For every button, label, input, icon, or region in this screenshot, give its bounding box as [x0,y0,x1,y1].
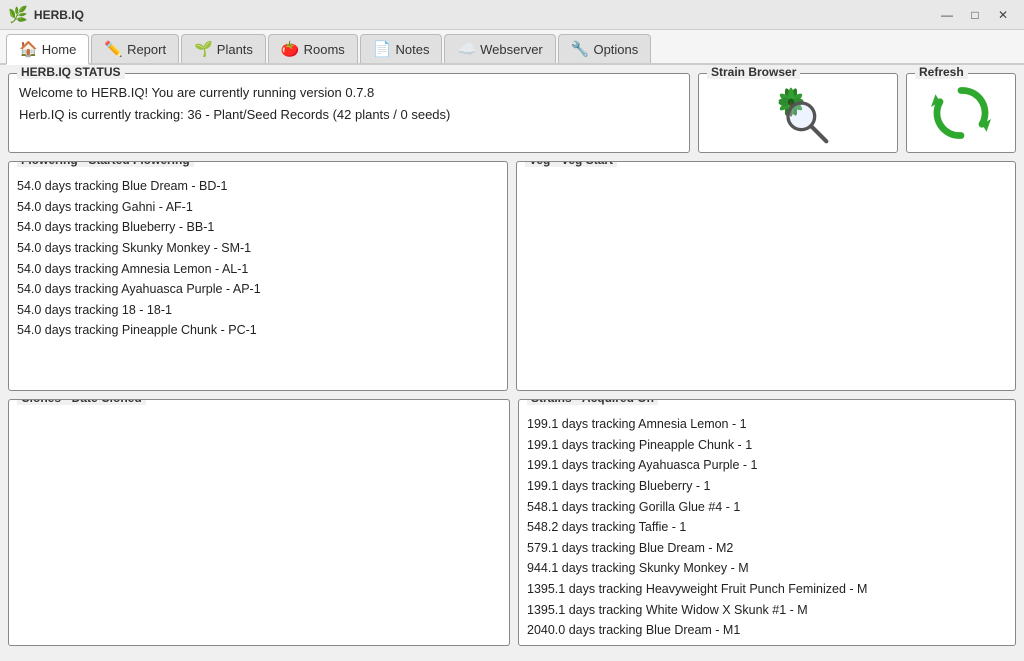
strains-list: 199.1 days tracking Amnesia Lemon - 1199… [527,414,1007,641]
app-title: HERB.IQ [34,8,934,22]
refresh-label: Refresh [915,65,968,79]
list-item: 54.0 days tracking Blueberry - BB-1 [17,217,499,238]
main-content: HERB.IQ STATUS Welcome to HERB.IQ! You a… [0,65,1024,658]
refresh-icon [931,83,991,143]
veg-label: Veg - Veg Start [525,161,617,167]
tab-home[interactable]: 🏠 Home [6,34,89,65]
mid-row: Flowering - Started Flowering 54.0 days … [8,161,1016,391]
list-item: 1395.1 days tracking White Widow X Skunk… [527,600,1007,621]
list-item: 54.0 days tracking Blue Dream - BD-1 [17,176,499,197]
top-row: HERB.IQ STATUS Welcome to HERB.IQ! You a… [8,73,1016,153]
status-label: HERB.IQ STATUS [17,65,125,79]
tab-notes-label: Notes [395,42,429,57]
notes-icon: 📄 [373,40,392,58]
list-item: 54.0 days tracking Skunky Monkey - SM-1 [17,238,499,259]
strain-browser-icon [763,78,833,148]
tab-report-label: Report [127,42,166,57]
list-item: 548.1 days tracking Gorilla Glue #4 - 1 [527,497,1007,518]
strains-label: Strains - Acquired On [527,399,658,405]
strain-browser-box[interactable]: Strain Browser [698,73,898,153]
list-item: 944.1 days tracking Skunky Monkey - M [527,558,1007,579]
strain-browser-label: Strain Browser [707,65,800,79]
window-controls: — □ ✕ [934,5,1016,25]
title-bar: 🌿 HERB.IQ — □ ✕ [0,0,1024,30]
flowering-label: Flowering - Started Flowering [17,161,194,167]
flowering-panel: Flowering - Started Flowering 54.0 days … [8,161,508,391]
list-item: 199.1 days tracking Amnesia Lemon - 1 [527,414,1007,435]
tab-webserver-label: Webserver [480,42,543,57]
tab-report[interactable]: ✏️ Report [91,34,179,63]
list-item: 199.1 days tracking Pineapple Chunk - 1 [527,435,1007,456]
status-line2: Herb.IQ is currently tracking: 36 - Plan… [19,104,679,126]
list-item: 199.1 days tracking Ayahuasca Purple - 1 [527,455,1007,476]
list-item: 54.0 days tracking Ayahuasca Purple - AP… [17,279,499,300]
flowering-list: 54.0 days tracking Blue Dream - BD-154.0… [17,176,499,341]
veg-panel: Veg - Veg Start [516,161,1016,391]
strains-scroll[interactable]: 199.1 days tracking Amnesia Lemon - 1199… [527,414,1011,641]
tab-plants-label: Plants [217,42,253,57]
home-icon: 🏠 [19,40,38,58]
list-item: 54.0 days tracking 18 - 18-1 [17,300,499,321]
list-item: 579.1 days tracking Blue Dream - M2 [527,538,1007,559]
status-line1: Welcome to HERB.IQ! You are currently ru… [19,82,679,104]
magnify-glass-icon [783,98,833,148]
tab-rooms-label: Rooms [304,42,345,57]
list-item: 199.1 days tracking Blueberry - 1 [527,476,1007,497]
minimize-button[interactable]: — [934,5,960,25]
maximize-button[interactable]: □ [962,5,988,25]
tab-notes[interactable]: 📄 Notes [360,34,443,63]
app-icon: 🌿 [8,5,28,25]
report-icon: ✏️ [104,40,123,58]
list-item: 548.2 days tracking Taffie - 1 [527,517,1007,538]
plants-icon: 🌱 [194,40,213,58]
tab-home-label: Home [42,42,77,57]
nav-bar: 🏠 Home ✏️ Report 🌱 Plants 🍅 Rooms 📄 Note… [0,30,1024,65]
tab-plants[interactable]: 🌱 Plants [181,34,266,63]
refresh-box[interactable]: Refresh [906,73,1016,153]
clones-label: Clones - Date Cloned [17,399,146,405]
close-button[interactable]: ✕ [990,5,1016,25]
list-item: 54.0 days tracking Amnesia Lemon - AL-1 [17,259,499,280]
tab-options-label: Options [593,42,638,57]
rooms-icon: 🍅 [281,40,300,58]
list-item: 54.0 days tracking Pineapple Chunk - PC-… [17,320,499,341]
list-item: 54.0 days tracking Gahni - AF-1 [17,197,499,218]
options-icon: 🔧 [571,40,590,58]
list-item: 1395.1 days tracking Heavyweight Fruit P… [527,579,1007,600]
bottom-row: Clones - Date Cloned Strains - Acquired … [8,399,1016,646]
tab-rooms[interactable]: 🍅 Rooms [268,34,358,63]
status-box: HERB.IQ STATUS Welcome to HERB.IQ! You a… [8,73,690,153]
webserver-icon: ☁️ [457,40,476,58]
tab-webserver[interactable]: ☁️ Webserver [444,34,555,63]
tab-options[interactable]: 🔧 Options [558,34,652,63]
list-item: 2040.0 days tracking Blue Dream - M1 [527,620,1007,641]
clones-panel: Clones - Date Cloned [8,399,510,646]
strains-panel: Strains - Acquired On 199.1 days trackin… [518,399,1016,646]
